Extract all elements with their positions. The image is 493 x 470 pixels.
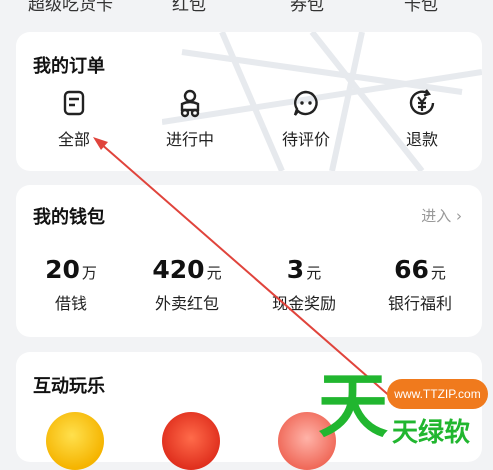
- watermark-site-name: 天绿软: [392, 418, 471, 448]
- watermark-url: www.TTZIP.com: [387, 379, 488, 409]
- watermark-logo-char: 天: [318, 365, 388, 447]
